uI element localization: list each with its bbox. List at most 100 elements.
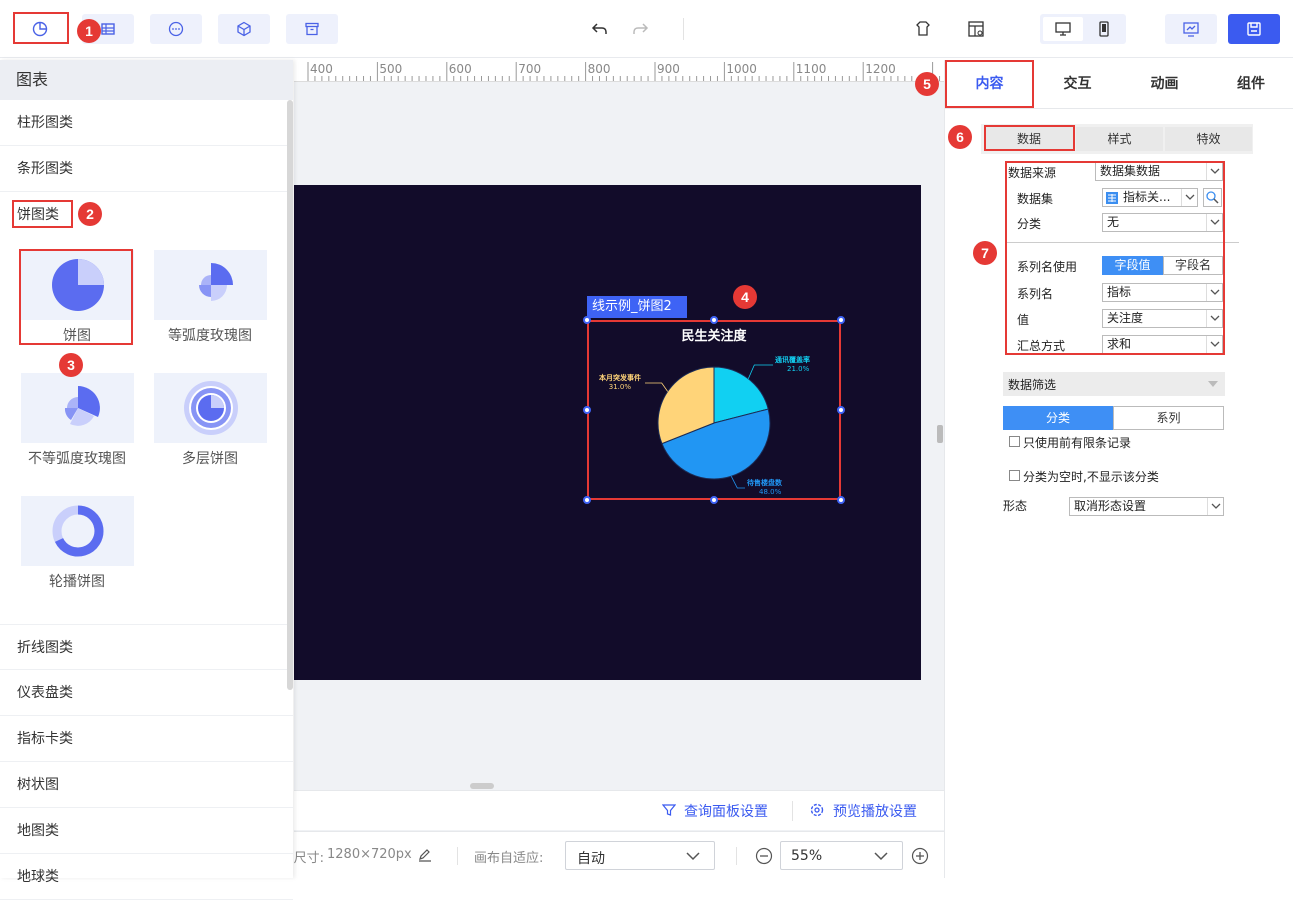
shape-select[interactable]: 取消形态设置 <box>1069 497 1224 516</box>
category-gauge[interactable]: 仪表盘类 <box>0 670 293 716</box>
ruler-label: 1100 <box>795 62 827 76</box>
resize-handle[interactable] <box>710 316 718 324</box>
tab-animation[interactable]: 动画 <box>1121 60 1208 108</box>
preview-icon <box>1183 22 1199 37</box>
pie-value-label: 48.0% <box>759 488 782 496</box>
tab-component[interactable]: 组件 <box>1208 60 1293 108</box>
pie-category-label: 本月突发事件 <box>598 373 641 382</box>
top-toolbar <box>0 0 1293 58</box>
mobile-icon[interactable] <box>1095 20 1113 38</box>
highlight-box-7 <box>1005 161 1225 355</box>
zoom-out-icon[interactable] <box>755 847 773 865</box>
zoom-select[interactable]: 55% <box>780 841 903 870</box>
resize-handle[interactable] <box>837 496 845 504</box>
chart-widget[interactable]: 民生关注度 通讯覆盖率 21.0% 待售楼盘数 48.0% 本月突发事件 31.0% <box>587 320 841 500</box>
divider <box>683 18 684 40</box>
highlight-box-2 <box>12 200 73 228</box>
pie-leader-line <box>645 382 669 392</box>
zoom-in-icon[interactable] <box>911 847 929 865</box>
filter-tab-category[interactable]: 分类 <box>1003 406 1113 430</box>
filter-tab-series[interactable]: 系列 <box>1113 406 1224 430</box>
gear-icon <box>810 803 824 817</box>
subtab-style[interactable]: 样式 <box>1076 127 1163 151</box>
category-indicator-card[interactable]: 指标卡类 <box>0 716 293 762</box>
thumb-rose-unequal[interactable] <box>21 373 134 443</box>
hide-empty-checkbox[interactable] <box>1009 470 1020 481</box>
scroll-handle[interactable] <box>470 783 494 789</box>
canvas-settings-bar: 查询面板设置 预览播放设置 <box>294 790 944 830</box>
3d-tool-button[interactable] <box>218 14 270 44</box>
category-column[interactable]: 柱形图类 <box>0 100 293 146</box>
resize-handle[interactable] <box>837 316 845 324</box>
ruler-label: 500 <box>379 62 403 76</box>
fit-label: 画布自适应: <box>474 851 544 866</box>
query-panel-settings-link[interactable]: 查询面板设置 <box>684 801 768 821</box>
preview-play-settings-link[interactable]: 预览播放设置 <box>833 801 917 821</box>
limit-records-checkbox[interactable] <box>1009 436 1020 447</box>
resize-handle[interactable] <box>837 406 845 414</box>
step-badge: 2 <box>78 202 102 226</box>
ruler-label: 800 <box>587 62 611 76</box>
step-badge: 1 <box>77 19 101 43</box>
subtab-effects[interactable]: 特效 <box>1165 127 1252 151</box>
panel-scrollbar[interactable] <box>287 100 293 690</box>
category-map[interactable]: 地图类 <box>0 808 293 854</box>
fit-select[interactable]: 自动 <box>565 841 715 870</box>
redo-icon[interactable] <box>630 19 650 39</box>
thumb-rose-equal-label: 等弧度玫瑰图 <box>168 328 252 344</box>
shape-label: 形态 <box>1003 499 1028 513</box>
category-line[interactable]: 折线图类 <box>0 624 293 670</box>
chevron-down-icon <box>874 852 888 861</box>
ruler-label: 1000 <box>726 62 757 76</box>
highlight-box-5 <box>945 60 1034 108</box>
filter-header[interactable]: 数据筛选 <box>1003 372 1225 396</box>
category-bar[interactable]: 条形图类 <box>0 146 293 192</box>
resize-handle[interactable] <box>583 316 591 324</box>
resize-handle[interactable] <box>583 406 591 414</box>
zoom-value: 55% <box>791 848 823 864</box>
ruler-label: 900 <box>657 62 680 76</box>
highlight-box-3 <box>19 249 133 345</box>
chart-component-panel: 图表 柱形图类 条形图类 饼图类 饼图 等弧度玫瑰图 不等弧度玫瑰图 多层饼图 … <box>0 60 293 900</box>
pie-value-label: 21.0% <box>787 365 810 373</box>
table-icon <box>101 23 115 35</box>
pie-chart: 民生关注度 通讯覆盖率21.0% 待售楼盘数48.0% 本月突发事件31.0% <box>598 328 810 496</box>
panel-resize-handle[interactable] <box>937 425 943 443</box>
pie-leader-line <box>730 476 745 489</box>
tab-interaction[interactable]: 交互 <box>1034 60 1121 108</box>
thumb-carousel-pie[interactable] <box>21 496 134 566</box>
desktop-icon <box>1055 22 1071 36</box>
chevron-down-icon <box>686 852 700 861</box>
edit-icon[interactable] <box>417 847 433 863</box>
preview-button[interactable] <box>1165 14 1217 44</box>
more-tool-button[interactable] <box>150 14 202 44</box>
ruler: 400 500 600 700 800 900 1000 1100 1200 <box>294 60 944 82</box>
pie-value-label: 31.0% <box>609 383 632 391</box>
pie-leader-line <box>747 364 773 379</box>
step-badge: 5 <box>915 72 939 96</box>
divider <box>736 847 737 865</box>
theme-icon[interactable] <box>913 19 933 39</box>
resize-handle[interactable] <box>583 496 591 504</box>
fit-value: 自动 <box>577 851 605 867</box>
limit-records-label: 只使用前有限条记录 <box>1023 436 1132 450</box>
panel-title: 图表 <box>0 60 293 100</box>
category-tree[interactable]: 树状图 <box>0 762 293 808</box>
ruler-label: 600 <box>448 62 472 76</box>
divider <box>792 801 793 821</box>
thumb-multilayer-pie[interactable] <box>154 373 267 443</box>
category-globe[interactable]: 地球类 <box>0 854 293 900</box>
undo-icon[interactable] <box>590 19 610 39</box>
resize-handle[interactable] <box>710 496 718 504</box>
divider <box>945 108 1293 109</box>
save-icon <box>1247 22 1261 36</box>
filter-icon <box>662 804 676 816</box>
thumb-rose-equal[interactable] <box>154 250 267 320</box>
layout-icon[interactable] <box>966 19 986 39</box>
save-button[interactable] <box>1228 14 1280 44</box>
thumb-carousel-pie-label: 轮播饼图 <box>49 574 105 590</box>
widget-tag: 线示例_饼图2 <box>587 296 687 318</box>
archive-tool-button[interactable] <box>286 14 338 44</box>
pie-category-label: 通讯覆盖率 <box>775 355 810 364</box>
property-panel: 内容 交互 动画 组件 数据 样式 特效 数据来源 数据集数据 数据集 指标关.… <box>944 60 1293 878</box>
